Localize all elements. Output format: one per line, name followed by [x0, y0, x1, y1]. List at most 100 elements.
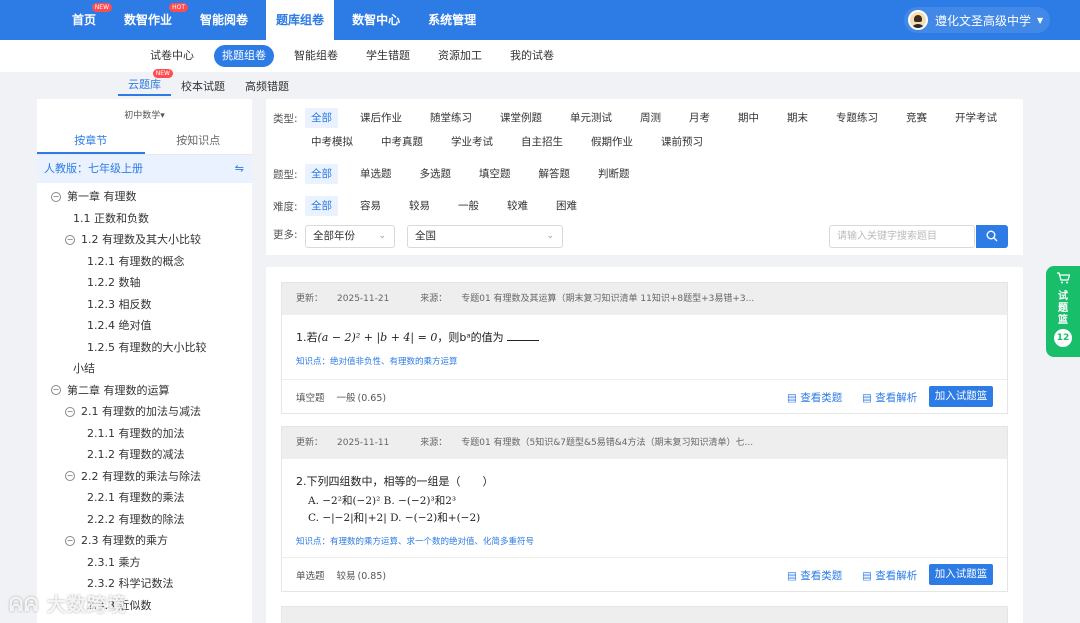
tree-node[interactable]: 1.2.3 相反数 — [37, 294, 252, 316]
nav-question-bank[interactable]: 题库组卷 — [266, 0, 335, 40]
main-menu: 首页 NEW 数智作业 HOT 智能阅卷 题库组卷 数智中心 系统管理 — [62, 0, 494, 40]
update-prefix: 更新： — [296, 438, 324, 448]
tab-cloud-bank[interactable]: 云题库 NEW — [118, 69, 173, 96]
subject-select[interactable]: 初中数学▾ — [37, 99, 252, 127]
filter-option[interactable]: 竞赛 — [900, 108, 933, 128]
filter-option[interactable]: 随堂练习 — [424, 108, 478, 128]
collapse-icon[interactable]: − — [65, 234, 75, 245]
tree-node[interactable]: 2.3.1 乘方 — [37, 552, 252, 574]
tree-node[interactable]: 2.2.1 有理数的乘法 — [37, 487, 252, 509]
filter-option[interactable]: 全部 — [305, 196, 338, 216]
tree-node[interactable]: − 第二章 有理数的运算 — [37, 380, 252, 402]
question-difficulty: 较易 — [336, 571, 356, 582]
tree-node[interactable]: 2.2.2 有理数的除法 — [37, 509, 252, 531]
tab-frequent-errors[interactable]: 高频错题 — [235, 78, 299, 94]
collapse-icon[interactable]: − — [65, 535, 75, 546]
nav-grading[interactable]: 智能阅卷 — [190, 0, 258, 40]
nav-data-center[interactable]: 数智中心 — [342, 0, 410, 40]
tab-by-chapter[interactable]: 按章节 — [37, 127, 145, 154]
filter-option[interactable]: 中考模拟 — [305, 132, 359, 152]
question-basket[interactable]: 试题篮 12 — [1046, 266, 1080, 357]
tree-node[interactable]: 小结 — [37, 358, 252, 380]
collapse-icon[interactable]: − — [65, 471, 75, 482]
tree-node[interactable]: −2.1 有理数的加法与减法 — [37, 401, 252, 423]
view-similar-label: 查看类题 — [800, 392, 843, 404]
question-body: 2.下列四组数中，相等的一组是（ ） A. −2²和(−2)² B. −(−2)… — [282, 459, 1007, 547]
filter-option[interactable]: 困难 — [550, 196, 583, 216]
search-button[interactable] — [976, 225, 1008, 248]
view-analysis-link[interactable]: ▤ 查看解析 — [862, 568, 917, 583]
difficulty-score: (0.65) — [357, 393, 387, 404]
filter-option[interactable]: 假期作业 — [585, 132, 639, 152]
tab-resource-processing[interactable]: 资源加工 — [430, 45, 490, 67]
filter-option[interactable]: 全部 — [305, 164, 338, 184]
filter-option[interactable]: 课前预习 — [655, 132, 709, 152]
view-analysis-label: 查看解析 — [875, 570, 918, 582]
tree-node[interactable]: 2.1.2 有理数的减法 — [37, 444, 252, 466]
filter-option[interactable]: 课堂例题 — [494, 108, 548, 128]
tree-node[interactable]: 2.1.1 有理数的加法 — [37, 423, 252, 445]
filter-option[interactable]: 课后作业 — [354, 108, 408, 128]
tab-by-knowledge[interactable]: 按知识点 — [145, 127, 253, 154]
tab-school-bank[interactable]: 校本试题 — [171, 78, 235, 94]
add-to-basket-button[interactable]: 加入试题篮 — [929, 386, 993, 407]
filter-option[interactable]: 解答题 — [533, 164, 577, 184]
tree-node[interactable]: 1.2.2 数轴 — [37, 272, 252, 294]
filter-option[interactable]: 期中 — [732, 108, 765, 128]
tab-pick-questions[interactable]: 挑题组卷 — [214, 45, 274, 67]
nav-home[interactable]: 首页 NEW — [62, 0, 113, 40]
tree-node[interactable]: −2.3 有理数的乘方 — [37, 530, 252, 552]
tab-my-papers[interactable]: 我的试卷 — [502, 45, 562, 67]
collapse-icon[interactable]: − — [51, 385, 61, 396]
tree-node[interactable]: 1.1 正数和负数 — [37, 208, 252, 230]
filter-option[interactable]: 开学考试 — [949, 108, 1003, 128]
filter-option[interactable]: 较难 — [501, 196, 534, 216]
tree-node[interactable]: − 第一章 有理数 — [37, 186, 252, 208]
filter-option[interactable]: 填空题 — [473, 164, 517, 184]
filter-option[interactable]: 较易 — [403, 196, 436, 216]
view-similar-link[interactable]: ▤ 查看类题 — [787, 390, 842, 405]
filter-option[interactable]: 判断题 — [592, 164, 636, 184]
chevron-down-icon: ⌄ — [378, 231, 386, 241]
user-menu[interactable]: 遵化文圣高级中学 ▼ — [904, 7, 1050, 33]
tab-smart-compose[interactable]: 智能组卷 — [286, 45, 346, 67]
tab-paper-center[interactable]: 试卷中心 — [142, 45, 202, 67]
filter-option[interactable]: 单选题 — [354, 164, 398, 184]
filter-option[interactable]: 多选题 — [414, 164, 458, 184]
filter-option[interactable]: 期末 — [781, 108, 814, 128]
filter-option[interactable]: 专题练习 — [830, 108, 884, 128]
filter-option[interactable]: 容易 — [354, 196, 387, 216]
region-select[interactable]: 全国 ⌄ — [407, 225, 563, 248]
view-similar-link[interactable]: ▤ 查看类题 — [787, 568, 842, 583]
filter-option[interactable]: 学业考试 — [445, 132, 499, 152]
nav-homework[interactable]: 数智作业 HOT — [114, 0, 189, 40]
swap-icon[interactable]: ⇋ — [235, 155, 244, 183]
tree-node-label: 1.2.1 有理数的概念 — [87, 254, 185, 268]
tree-node[interactable]: −1.2 有理数及其大小比较 — [37, 229, 252, 251]
kp-text[interactable]: 有理数的乘方运算、求一个数的绝对值、化简多重符号 — [330, 537, 534, 547]
textbook-edition[interactable]: 人教版：七年级上册 ⇋ — [37, 155, 252, 183]
document-icon: ▤ — [862, 392, 876, 404]
search-input[interactable]: 请输入关键字搜索题目 — [829, 225, 975, 248]
source-tabs: 云题库 NEW 校本试题 高频错题 — [118, 69, 299, 98]
year-select[interactable]: 全部年份 ⌄ — [305, 225, 395, 248]
filter-option[interactable]: 单元测试 — [564, 108, 618, 128]
filter-option[interactable]: 自主招生 — [515, 132, 569, 152]
filter-option[interactable]: 全部 — [305, 108, 338, 128]
add-to-basket-button[interactable]: 加入试题篮 — [929, 564, 993, 585]
view-analysis-link[interactable]: ▤ 查看解析 — [862, 390, 917, 405]
collapse-icon[interactable]: − — [65, 406, 75, 417]
nav-system[interactable]: 系统管理 — [418, 0, 486, 40]
filter-option[interactable]: 一般 — [452, 196, 485, 216]
tab-student-errors[interactable]: 学生错题 — [358, 45, 418, 67]
filter-option[interactable]: 月考 — [683, 108, 716, 128]
tree-node[interactable]: 1.2.4 绝对值 — [37, 315, 252, 337]
collapse-icon[interactable]: − — [51, 191, 61, 202]
tree-node[interactable]: 1.2.5 有理数的大小比较 — [37, 337, 252, 359]
tree-node[interactable]: −2.2 有理数的乘法与除法 — [37, 466, 252, 488]
watermark-logo-icon: ᕱᕱ — [9, 594, 47, 616]
filter-option[interactable]: 周测 — [634, 108, 667, 128]
filter-option[interactable]: 中考真题 — [375, 132, 429, 152]
tree-node[interactable]: 1.2.1 有理数的概念 — [37, 251, 252, 273]
kp-text[interactable]: 绝对值非负性、有理数的乘方运算 — [330, 357, 458, 367]
